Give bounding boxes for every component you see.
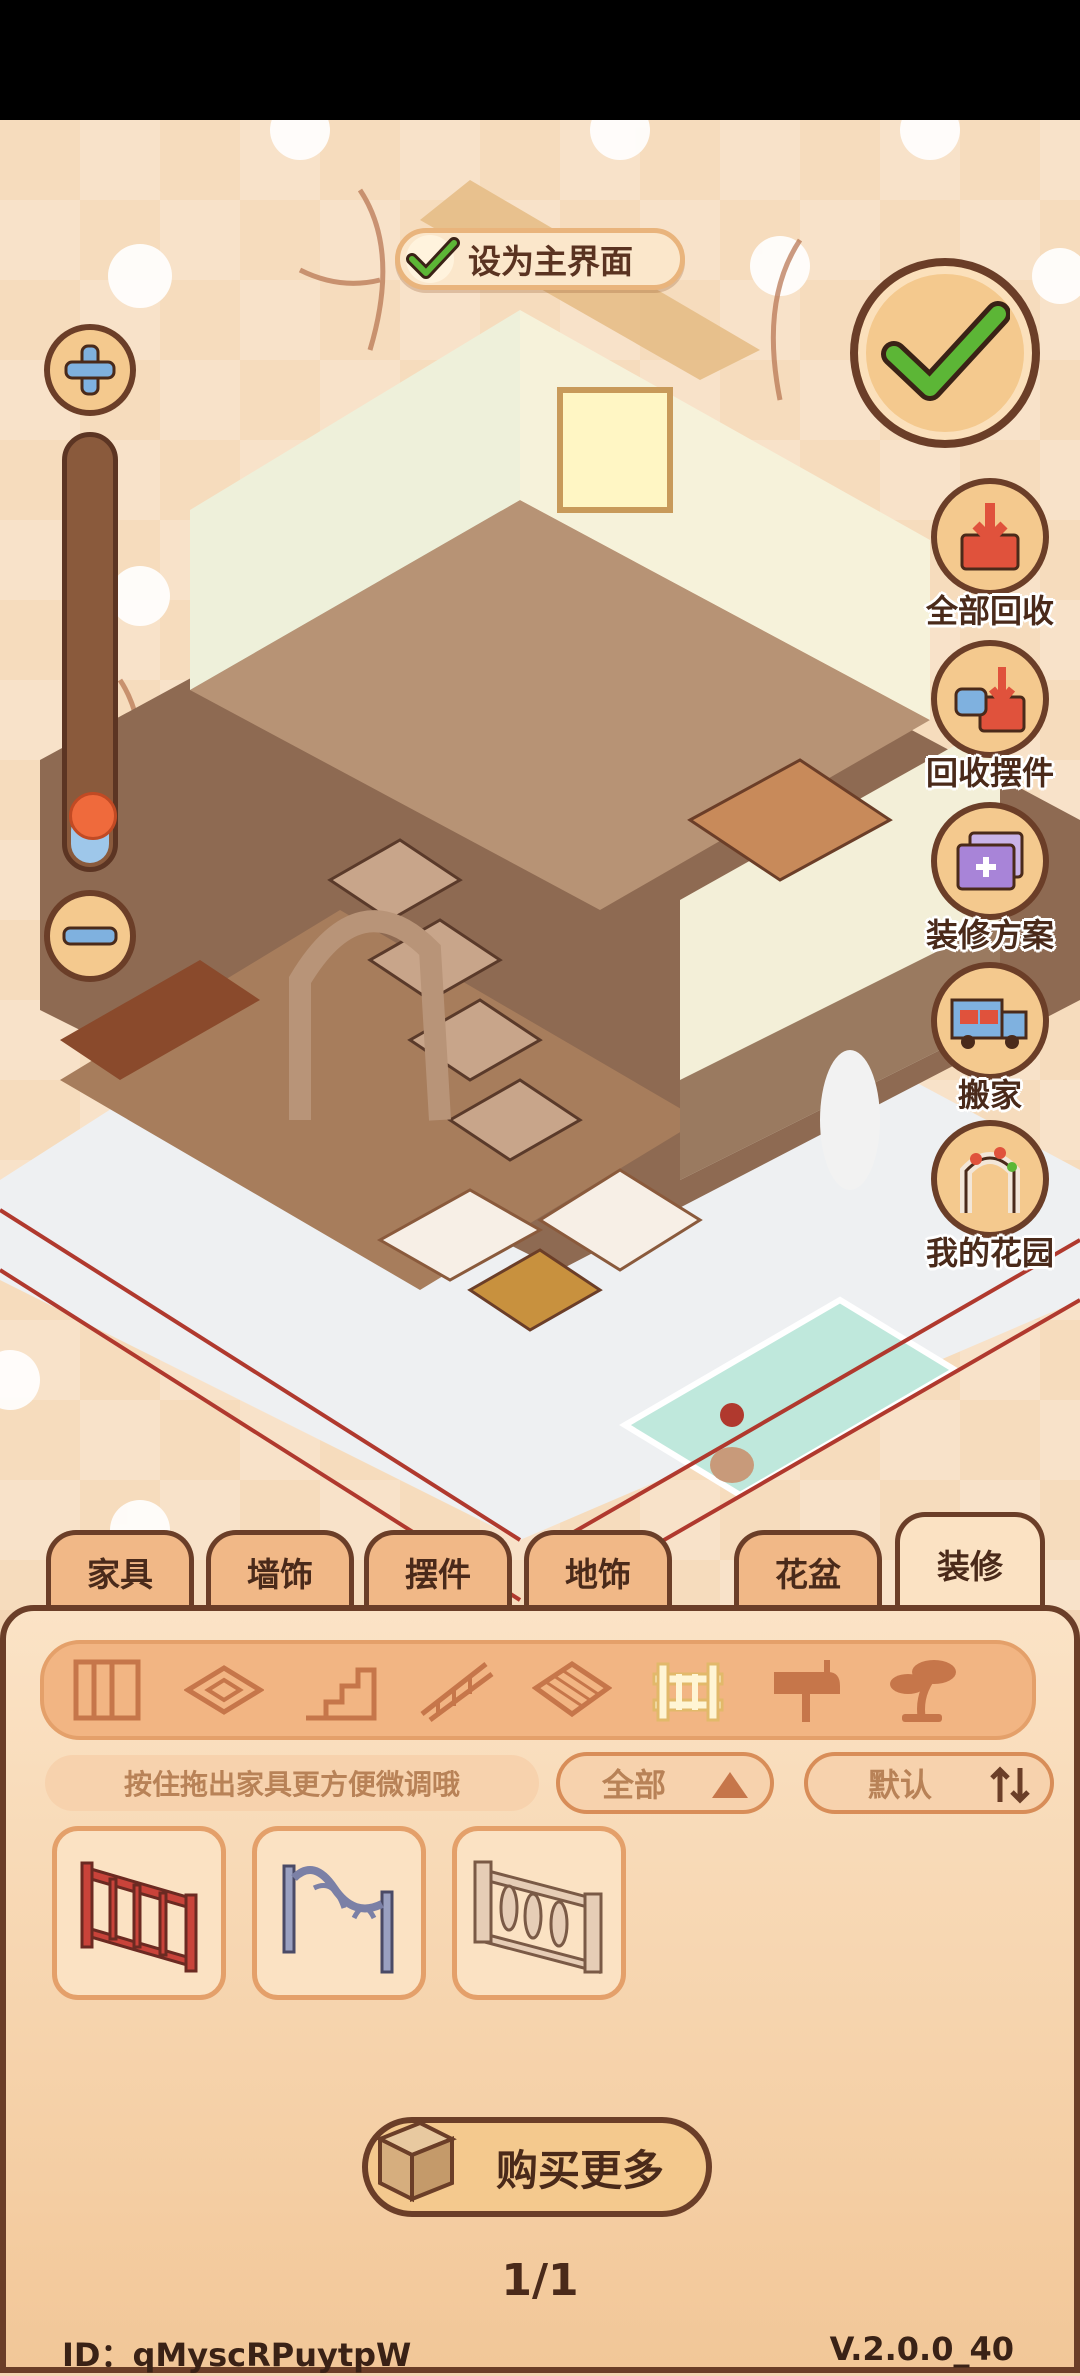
minus-icon [62,926,118,946]
floor-tile-icon[interactable] [184,1654,264,1726]
version-label: V.2.0.0_40 [829,2330,1014,2368]
tab-furniture[interactable]: 家具 [46,1530,194,1608]
iron-arch-fence-icon [282,1864,394,1974]
status-bar [0,0,1080,120]
tree-icon[interactable] [882,1654,962,1726]
tab-wall-decor[interactable]: 墙饰 [206,1530,354,1608]
fence-icon[interactable] [648,1654,728,1726]
sort-label: 默认 [868,1766,933,1804]
stairs-icon[interactable] [300,1654,380,1726]
mailbox-icon[interactable] [766,1654,846,1726]
my-garden-label: 我的花园 [925,1234,1054,1272]
buy-more-button[interactable]: 购买更多 [362,2117,712,2217]
wallpaper-icon[interactable] [68,1654,148,1726]
tab-floor-decor[interactable]: 地饰 [524,1530,672,1608]
railing-stairs-icon[interactable] [416,1654,496,1726]
category-tabs: 家具 墙饰 摆件 地饰 花盆 装修 [0,1512,1080,1610]
garden-arch-icon [960,1147,1020,1213]
recycle-ornament-label: 回收摆件 [925,754,1054,792]
zoom-in-button[interactable] [44,324,136,416]
drag-hint: 按住拖出家具更方便微调哦 [45,1755,539,1811]
filter-label: 全部 [602,1766,667,1804]
roof-tile-icon[interactable] [532,1654,612,1726]
moving-label: 搬家 [957,1076,1022,1114]
zoom-out-button[interactable] [44,890,136,982]
zoom-slider-knob[interactable] [69,792,117,840]
moving-truck-icon [950,998,1028,1049]
stone-baluster-fence-icon [473,1860,603,1974]
sort-arrows-icon [990,1766,1030,1804]
sub-category-bar [40,1640,1036,1740]
moving-button[interactable]: 搬家 [900,962,1080,1116]
page-indicator: 1/1 [501,2255,579,2306]
zoom-slider[interactable] [62,432,118,872]
set-main-screen-button[interactable]: 设为主界面 [395,228,685,290]
item-card[interactable] [52,1826,226,2000]
player-id: ID：qMyscRPuytpW [62,2336,412,2374]
buy-more-label: 购买更多 [495,2145,664,2195]
tab-flowerpot[interactable]: 花盆 [734,1530,882,1608]
box-icon [375,2120,457,2203]
plan-icon [956,831,1024,891]
red-fence-icon [80,1861,198,1973]
sort-dropdown[interactable]: 默认 [804,1752,1054,1814]
confirm-button[interactable] [850,258,1040,448]
triangle-up-icon [712,1772,748,1798]
item-card[interactable] [252,1826,426,2000]
decoration-plan-button[interactable]: 装修方案 [900,802,1080,956]
decoration-plan-label: 装修方案 [925,916,1054,954]
checkmark-icon [881,301,1010,401]
item-card[interactable] [452,1826,626,2000]
recycle-ornament-icon [954,667,1026,733]
recycle-ornament-button[interactable]: 回收摆件 [900,640,1080,794]
recycle-all-button[interactable]: 全部回收 [900,478,1080,632]
plus-icon [64,344,116,396]
filter-dropdown[interactable]: 全部 [556,1752,774,1814]
my-garden-button[interactable]: 我的花园 [900,1120,1080,1274]
tab-ornament[interactable]: 摆件 [364,1530,512,1608]
recycle-all-icon [960,503,1020,571]
check-icon [406,235,460,283]
recycle-all-label: 全部回收 [925,592,1054,630]
set-main-screen-label: 设为主界面 [468,242,633,281]
tab-renovation[interactable]: 装修 [895,1512,1045,1610]
